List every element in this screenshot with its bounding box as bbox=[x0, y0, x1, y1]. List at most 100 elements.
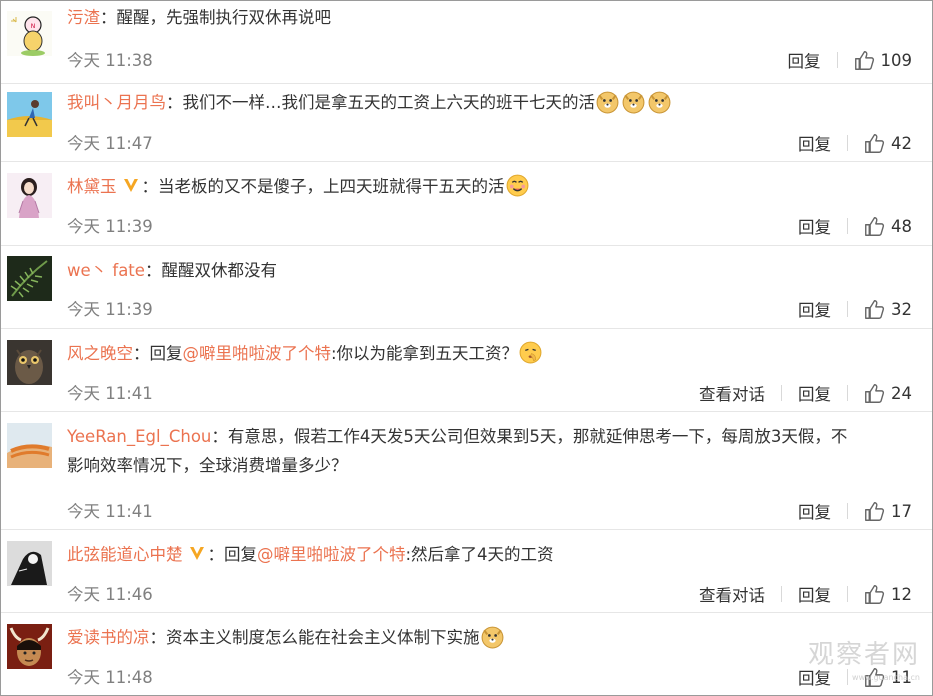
comment-actions: 回复 109 bbox=[788, 48, 913, 72]
divider bbox=[847, 586, 848, 602]
comment-item: 林黛玉 ：当老板的又不是傻子，上四天班就得干五天的活 今天 11:39 回复 48 bbox=[1, 162, 932, 246]
divider bbox=[847, 301, 848, 317]
comment-text: 爱读书的凉：资本主义制度怎么能在社会主义体制下实施 bbox=[67, 623, 914, 652]
username-link[interactable]: we丶 fate bbox=[67, 261, 145, 280]
username-link[interactable]: YeeRan_Egl_Chou bbox=[67, 427, 211, 446]
username-link[interactable]: 我叫丶月月鸟 bbox=[67, 93, 166, 112]
reply-button[interactable]: 回复 bbox=[798, 297, 831, 321]
comment-body: ：醒醒双休都没有 bbox=[144, 261, 277, 280]
comment-body: ：我们不一样…我们是拿五天的工资上六天的班干七天的活 bbox=[166, 93, 595, 112]
reply-button[interactable]: 回复 bbox=[798, 582, 831, 606]
like-count: 109 bbox=[880, 50, 913, 70]
doge-emoji-icon bbox=[621, 91, 647, 114]
like-count: 32 bbox=[891, 299, 912, 319]
comment-item: 此弦能道心中楚 ：回复@噼里啪啦波了个特:然后拿了4天的工资 今天 11:46 查… bbox=[1, 530, 932, 613]
comment-text: 我叫丶月月鸟：我们不一样…我们是拿五天的工资上六天的班干七天的活 bbox=[67, 88, 914, 117]
avatar[interactable] bbox=[7, 423, 52, 468]
like-count: 42 bbox=[891, 133, 912, 153]
comment-body: ：当老板的又不是傻子，上四天班就得干五天的活 bbox=[141, 177, 505, 196]
comment-time: 今天 11:41 bbox=[67, 384, 153, 403]
avatar[interactable] bbox=[7, 340, 52, 385]
watermark-logo: 观察者网 bbox=[807, 640, 920, 670]
comment-body-continued: 影响效率情况下，全球消费增量多少？ bbox=[67, 456, 348, 475]
comment-actions: 查看对话 回复 24 bbox=[699, 381, 912, 405]
reply-button[interactable]: 回复 bbox=[788, 48, 821, 72]
mention-link[interactable]: @噼里啪啦波了个特 bbox=[183, 344, 332, 363]
like-button[interactable]: 12 bbox=[864, 584, 912, 605]
comment-time: 今天 11:39 bbox=[67, 217, 153, 236]
avatar[interactable] bbox=[7, 624, 52, 669]
divider bbox=[836, 52, 838, 68]
view-conversation-link[interactable]: 查看对话 bbox=[699, 582, 765, 606]
avatar[interactable] bbox=[7, 256, 52, 301]
divider bbox=[847, 385, 848, 401]
thumbs-up-icon bbox=[865, 501, 885, 521]
comment-text: 风之晚空：回复@噼里啪啦波了个特:你以为能拿到五天工资？ bbox=[67, 339, 914, 368]
comment-time: 今天 11:48 bbox=[67, 668, 153, 687]
reply-button[interactable]: 回复 bbox=[798, 131, 831, 155]
avatar[interactable] bbox=[7, 173, 52, 218]
username-link[interactable]: 风之晚空 bbox=[67, 344, 133, 363]
like-count: 12 bbox=[891, 584, 912, 604]
comment-item: 爱读书的凉：资本主义制度怎么能在社会主义体制下实施 今天 11:48 回复 11 bbox=[1, 613, 932, 695]
username-link[interactable]: 爱读书的凉 bbox=[67, 628, 150, 647]
view-conversation-link[interactable]: 查看对话 bbox=[699, 381, 765, 405]
like-button[interactable]: 48 bbox=[864, 216, 912, 237]
verified-badge-icon bbox=[183, 545, 208, 564]
divider bbox=[847, 218, 848, 234]
reply-button[interactable]: 回复 bbox=[798, 499, 831, 523]
comment-list: N 污渣：醒醒，先强制执行双休再说吧 今天 11:38 回复 109 我叫丶月月… bbox=[0, 0, 933, 696]
like-button[interactable]: 32 bbox=[864, 299, 912, 320]
thumbs-up-icon bbox=[865, 383, 885, 403]
shush-emoji-icon bbox=[518, 341, 544, 364]
thumbs-up-icon bbox=[865, 133, 885, 153]
like-button[interactable]: 24 bbox=[864, 383, 912, 404]
comment-actions: 回复 42 bbox=[798, 131, 912, 155]
doge-emoji-icon bbox=[647, 91, 673, 114]
comment-actions: 回复 17 bbox=[798, 499, 912, 523]
like-count: 17 bbox=[891, 501, 912, 521]
thumbs-up-icon bbox=[854, 50, 874, 70]
reply-prefix: ：回复 bbox=[207, 545, 258, 564]
reply-button[interactable]: 回复 bbox=[798, 381, 831, 405]
comment-actions: 回复 32 bbox=[798, 297, 912, 321]
comment-actions: 回复 48 bbox=[798, 214, 912, 238]
avatar[interactable] bbox=[7, 541, 52, 586]
reply-button[interactable]: 回复 bbox=[798, 214, 831, 238]
like-button[interactable]: 42 bbox=[864, 133, 912, 154]
reply-prefix: ：回复 bbox=[133, 344, 183, 363]
divider bbox=[781, 385, 782, 401]
comment-item: 我叫丶月月鸟：我们不一样…我们是拿五天的工资上六天的班干七天的活 今天 11:4… bbox=[1, 84, 932, 162]
divider bbox=[781, 586, 782, 602]
like-button[interactable]: 109 bbox=[854, 50, 913, 71]
comment-text: 此弦能道心中楚 ：回复@噼里啪啦波了个特:然后拿了4天的工资 bbox=[67, 540, 914, 569]
thumbs-up-icon bbox=[865, 216, 885, 236]
like-button[interactable]: 17 bbox=[864, 501, 912, 522]
avatar[interactable]: N bbox=[7, 11, 52, 56]
mention-link[interactable]: @噼里啪啦波了个特 bbox=[257, 545, 406, 564]
comment-item: 风之晚空：回复@噼里啪啦波了个特:你以为能拿到五天工资？ 今天 11:41 查看… bbox=[1, 329, 932, 412]
comment-text: 林黛玉 ：当老板的又不是傻子，上四天班就得干五天的活 bbox=[67, 172, 914, 201]
like-count: 24 bbox=[891, 383, 912, 403]
username-link[interactable]: 此弦能道心中楚 bbox=[67, 545, 183, 564]
comment-actions: 查看对话 回复 12 bbox=[699, 582, 912, 606]
username-link[interactable]: 污渣 bbox=[67, 8, 100, 27]
comment-time: 今天 11:41 bbox=[67, 502, 153, 521]
comment-body: ：资本主义制度怎么能在社会主义体制下实施 bbox=[149, 628, 480, 647]
comment-item: we丶 fate：醒醒双休都没有 今天 11:39 回复 32 bbox=[1, 246, 932, 329]
comment-item: N 污渣：醒醒，先强制执行双休再说吧 今天 11:38 回复 109 bbox=[1, 1, 932, 84]
comment-body: ：有意思，假若工作4天发5天公司但效果到5天，那就延伸思考一下，每周放3天假，不 bbox=[211, 427, 848, 446]
comment-body: ：醒醒，先强制执行双休再说吧 bbox=[100, 8, 331, 27]
doge-emoji-icon bbox=[595, 91, 621, 114]
comment-body: :然后拿了4天的工资 bbox=[405, 545, 554, 564]
divider bbox=[847, 669, 848, 685]
thumbs-up-icon bbox=[865, 584, 885, 604]
like-count: 48 bbox=[891, 216, 912, 236]
comment-time: 今天 11:39 bbox=[67, 300, 153, 319]
verified-badge-icon bbox=[117, 177, 142, 196]
divider bbox=[847, 135, 848, 151]
username-link[interactable]: 林黛玉 bbox=[67, 177, 117, 196]
avatar[interactable] bbox=[7, 92, 52, 137]
comment-time: 今天 11:47 bbox=[67, 134, 153, 153]
comment-text: YeeRan_Egl_Chou：有意思，假若工作4天发5天公司但效果到5天，那就… bbox=[67, 422, 914, 480]
